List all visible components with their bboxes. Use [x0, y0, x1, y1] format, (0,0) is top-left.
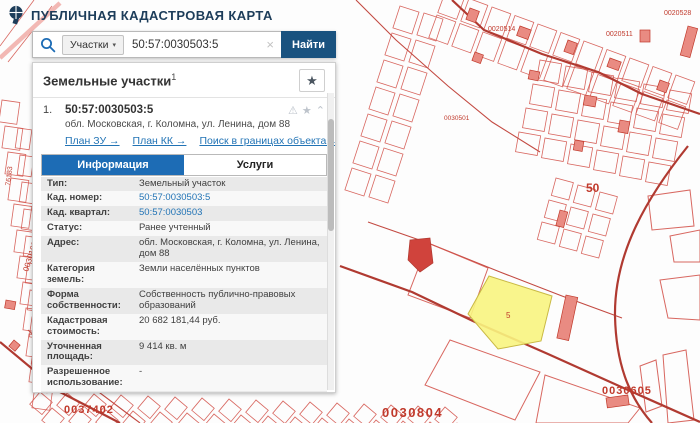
favorites-button[interactable]: ★ — [299, 69, 325, 92]
result-cadastral-number: 50:57:0030503:5 — [65, 104, 288, 116]
info-value: 9 414 кв. м — [139, 342, 321, 364]
warning-icon[interactable]: ⚠ — [288, 104, 298, 117]
table-row: Категория земель:Земли населённых пункто… — [41, 262, 327, 288]
result-link[interactable]: План КК → — [133, 135, 187, 147]
info-table: Тип:Земельный участокКад. номер:50:57:00… — [41, 177, 327, 394]
app: 50 5 0030605 0030804 0037402 0020514 0020511 00… — [0, 0, 700, 423]
search-input[interactable] — [130, 38, 259, 52]
table-row: Кадастровая стоимость:20 682 181,44 руб. — [41, 314, 327, 340]
map-label: 0037402 — [64, 404, 114, 416]
info-label: Форма собственности: — [47, 290, 139, 312]
result-card[interactable]: 1. 50:57:0030503:5 ⚠ ★ ⌃ обл. Московская… — [33, 98, 335, 147]
table-row: Статус:Ранее учтенный — [41, 221, 327, 236]
search-category-dropdown[interactable]: Участки ▾ — [62, 35, 124, 55]
app-title: ПУБЛИЧНАЯ КАДАСТРОВАЯ КАРТА — [31, 8, 273, 23]
result-card-icons: ⚠ ★ ⌃ — [288, 104, 325, 117]
table-row: Уточненная площадь:9 414 кв. м — [41, 340, 327, 366]
app-logo-icon — [8, 5, 24, 25]
map-label: 0020528 — [664, 10, 691, 17]
clear-search-icon[interactable]: × — [266, 37, 274, 52]
map-label: 0030501 — [444, 115, 470, 122]
panel-title: Земельные участки1 — [43, 72, 176, 88]
result-link[interactable]: План ЗУ → — [65, 135, 120, 147]
map-label: 5 — [506, 311, 511, 320]
scrollbar-thumb[interactable] — [328, 119, 334, 231]
map-label: 0030605 — [602, 385, 652, 397]
result-address: обл. Московская, г. Коломна, ул. Ленина,… — [65, 119, 325, 132]
table-row: Тип:Земельный участок — [41, 177, 327, 192]
table-row: по документу:для строительства торгово-р… — [41, 391, 327, 393]
results-panel: Земельные участки1 ★ 1. 50:57:0030503:5 … — [32, 62, 336, 393]
chevron-up-icon[interactable]: ⌃ — [316, 104, 325, 117]
star-icon[interactable]: ★ — [302, 104, 312, 117]
star-icon: ★ — [306, 73, 318, 89]
panel-scrollbar[interactable] — [327, 93, 334, 390]
map-label: 50 — [586, 181, 600, 195]
map-label: 0030804 — [382, 405, 443, 420]
info-value: Собственность публично-правовых образова… — [139, 290, 321, 312]
info-label: Уточненная площадь: — [47, 342, 139, 364]
result-index: 1. — [43, 104, 65, 116]
info-value: Ранее учтенный — [139, 223, 321, 234]
table-row: Кад. номер:50:57:0030503:5 — [41, 191, 327, 206]
tab-inactive[interactable]: Услуги — [184, 155, 326, 175]
info-label: Кад. номер: — [47, 193, 139, 204]
info-label: Кадастровая стоимость: — [47, 316, 139, 338]
panel-tabs: ИнформацияУслуги — [41, 154, 327, 176]
table-row: Разрешенное использование:- — [41, 365, 327, 391]
chevron-down-icon: ▾ — [113, 41, 117, 49]
info-label: Тип: — [47, 179, 139, 190]
info-value: 20 682 181,44 руб. — [139, 316, 321, 338]
table-row: Адрес:обл. Московская, г. Коломна, ул. Л… — [41, 236, 327, 262]
result-count: 1 — [171, 72, 176, 82]
panel-header: Земельные участки1 ★ — [33, 63, 335, 98]
tab-active[interactable]: Информация — [42, 155, 184, 175]
result-card-header: 1. 50:57:0030503:5 ⚠ ★ ⌃ — [43, 104, 325, 117]
info-label: Адрес: — [47, 238, 139, 260]
search-submit-button[interactable]: Найти — [281, 31, 336, 58]
info-label: Статус: — [47, 223, 139, 234]
info-value[interactable]: 50:57:0030503:5 — [139, 193, 321, 204]
search-icon[interactable] — [40, 37, 56, 53]
result-links: План ЗУ →План КК →Поиск в границах объек… — [65, 135, 325, 147]
info-label: Категория земель: — [47, 264, 139, 286]
app-header: ПУБЛИЧНАЯ КАДАСТРОВАЯ КАРТА — [8, 5, 273, 25]
info-value[interactable]: 50:57:0030503 — [139, 208, 321, 219]
info-value: обл. Московская, г. Коломна, ул. Ленина,… — [139, 238, 321, 260]
table-row: Форма собственности:Собственность публич… — [41, 288, 327, 314]
info-value: Земли населённых пунктов — [139, 264, 321, 286]
info-label: Разрешенное использование: — [47, 367, 139, 389]
info-value: Земельный участок — [139, 179, 321, 190]
info-value: - — [139, 367, 321, 389]
table-row: Кад. квартал:50:57:0030503 — [41, 206, 327, 221]
info-label: Кад. квартал: — [47, 208, 139, 219]
map-label: 0020511 — [606, 31, 633, 38]
result-link[interactable]: Поиск в границах объекта → — [199, 135, 336, 147]
map-label: 0020514 — [488, 26, 515, 33]
search-category-label: Участки — [70, 39, 109, 51]
search-bar: Участки ▾ × Найти — [32, 31, 336, 58]
